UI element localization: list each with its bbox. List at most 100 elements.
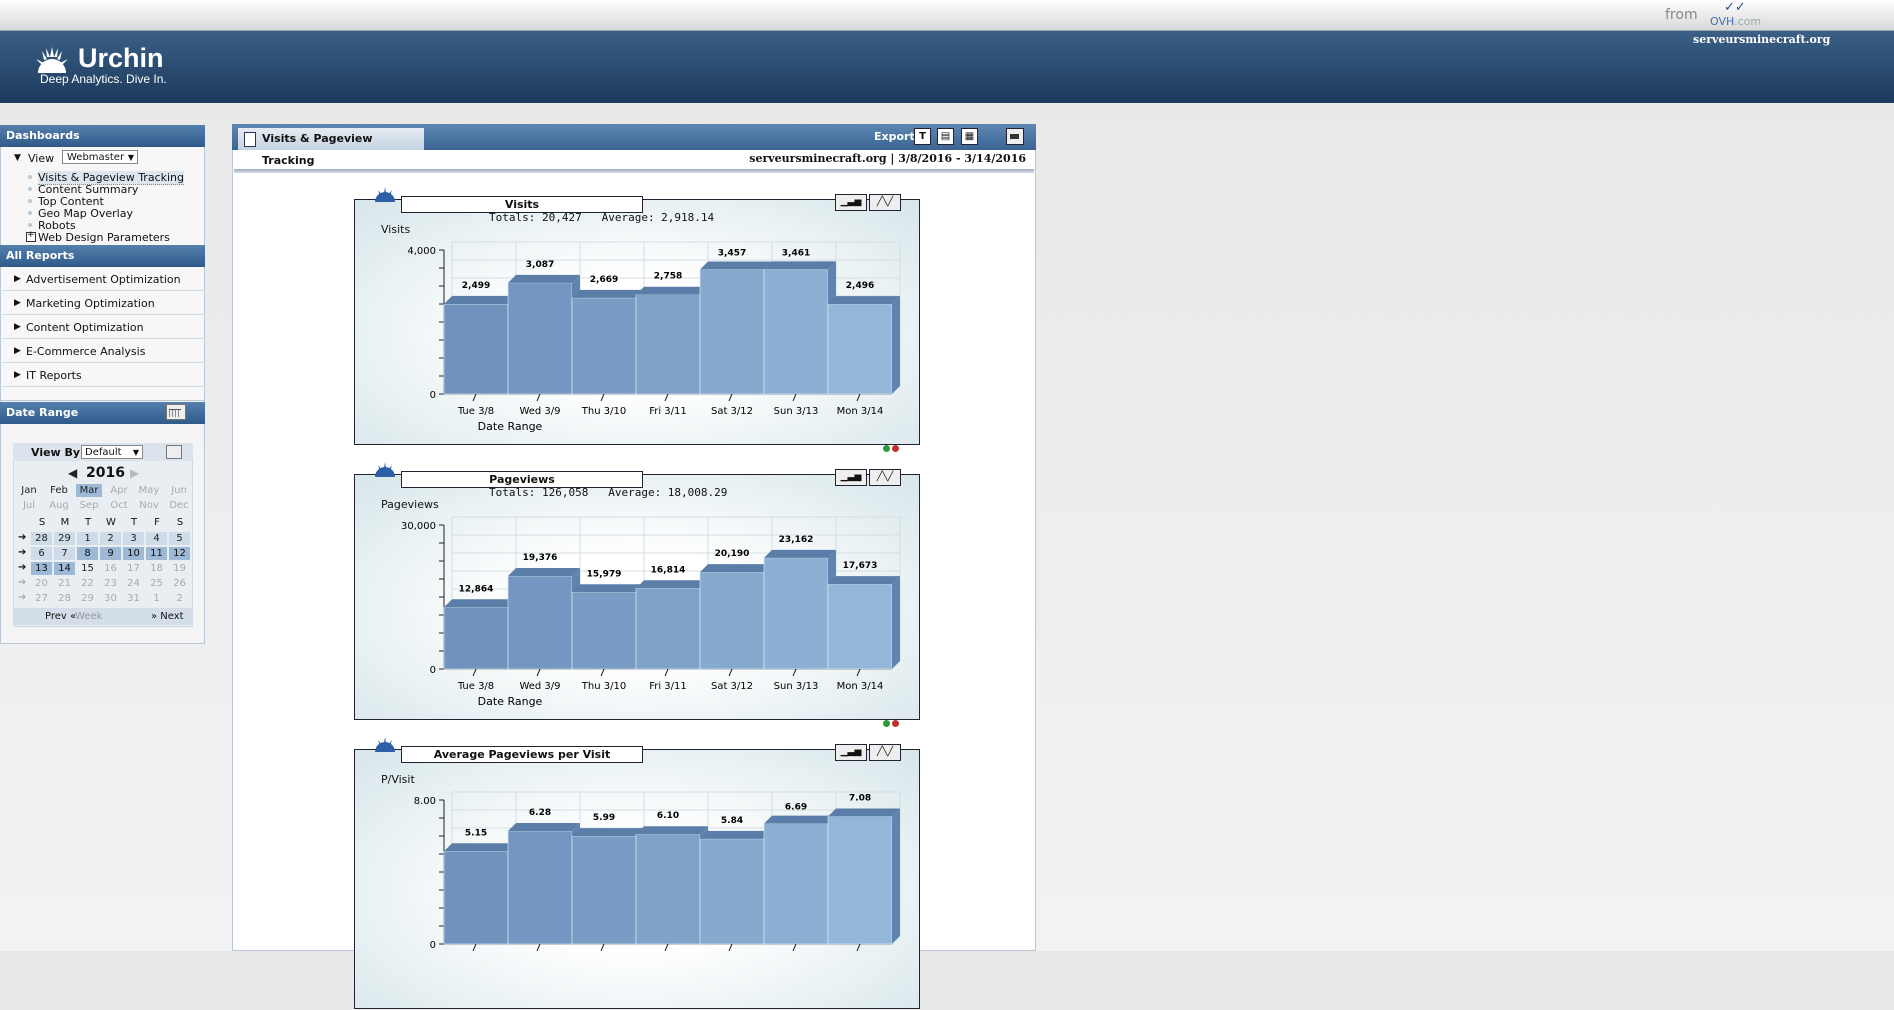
bar[interactable] bbox=[699, 830, 772, 945]
export-text-icon[interactable]: T bbox=[914, 128, 931, 145]
expand-plus-icon[interactable] bbox=[26, 230, 36, 242]
view-by-dropdown[interactable]: Default ▼ bbox=[81, 445, 143, 459]
select-week-arrow-icon[interactable]: ➔ bbox=[18, 592, 26, 603]
month-jun[interactable]: Jun bbox=[166, 484, 192, 497]
calendar-day[interactable]: 31 bbox=[123, 592, 144, 605]
prev-week-link[interactable]: Prev « bbox=[45, 611, 76, 622]
calendar-day[interactable]: 19 bbox=[169, 562, 190, 575]
calendar-day[interactable]: 23 bbox=[100, 577, 121, 590]
calendar-day[interactable]: 2 bbox=[100, 532, 121, 545]
export-excel-icon[interactable]: ▦ bbox=[961, 128, 978, 145]
calendar-day[interactable]: 5 bbox=[169, 532, 190, 545]
view-dropdown[interactable]: Webmaster ▼ bbox=[62, 150, 138, 164]
calendar-day[interactable]: 14 bbox=[54, 562, 75, 575]
bar[interactable] bbox=[635, 826, 708, 945]
expand-triangle-icon: ▶ bbox=[14, 370, 21, 380]
collapse-triangle-icon[interactable]: ▼ bbox=[14, 153, 21, 163]
calendar-day[interactable]: 3 bbox=[123, 532, 144, 545]
red-dot-icon[interactable] bbox=[892, 720, 899, 727]
ovh-logo[interactable]: ✓✓ OVH.com bbox=[1708, 0, 1761, 28]
calendar-day[interactable]: 8 bbox=[77, 547, 98, 560]
print-icon[interactable] bbox=[1006, 128, 1024, 145]
report-marketing[interactable]: ▶ Marketing Optimization bbox=[0, 292, 205, 315]
calendar-day[interactable]: 25 bbox=[146, 577, 167, 590]
bullet-icon bbox=[28, 211, 32, 215]
month-aug[interactable]: Aug bbox=[46, 499, 72, 512]
calendar-day[interactable]: 17 bbox=[123, 562, 144, 575]
select-week-arrow-icon[interactable]: ➔ bbox=[18, 547, 26, 558]
calendar-day[interactable]: 22 bbox=[77, 577, 98, 590]
month-sep[interactable]: Sep bbox=[76, 499, 102, 512]
calendar-day[interactable]: 13 bbox=[31, 562, 52, 575]
red-dot-icon[interactable] bbox=[892, 445, 899, 452]
bar[interactable] bbox=[507, 274, 580, 395]
next-year-icon[interactable]: ▶ bbox=[130, 466, 139, 480]
calendar-day[interactable]: 2 bbox=[169, 592, 190, 605]
select-week-arrow-icon[interactable]: ➔ bbox=[18, 532, 26, 543]
bar[interactable] bbox=[827, 576, 900, 670]
report-advertisement[interactable]: ▶ Advertisement Optimization bbox=[0, 268, 205, 291]
bar[interactable] bbox=[443, 843, 516, 945]
month-jul[interactable]: Jul bbox=[16, 499, 42, 512]
bar[interactable] bbox=[827, 296, 900, 395]
calendar-day[interactable]: 10 bbox=[123, 547, 144, 560]
prev-year-icon[interactable]: ◀ bbox=[68, 466, 77, 480]
green-dot-icon[interactable] bbox=[883, 445, 890, 452]
bar[interactable] bbox=[699, 564, 772, 670]
calendar-day[interactable]: 30 bbox=[100, 592, 121, 605]
bar[interactable] bbox=[507, 822, 580, 945]
tab-visits-pageview[interactable]: Visits & Pageview Tracking bbox=[238, 128, 424, 167]
green-dot-icon[interactable] bbox=[883, 720, 890, 727]
calendar-day[interactable]: 1 bbox=[146, 592, 167, 605]
month-may[interactable]: May bbox=[136, 484, 162, 497]
month-dec[interactable]: Dec bbox=[166, 499, 192, 512]
calendar-day[interactable]: 28 bbox=[54, 592, 75, 605]
calendar-day[interactable]: 18 bbox=[146, 562, 167, 575]
bar[interactable] bbox=[763, 261, 836, 395]
bar[interactable] bbox=[763, 549, 836, 670]
bar[interactable] bbox=[763, 815, 836, 945]
calendar-day[interactable]: 12 bbox=[169, 547, 190, 560]
next-week-link[interactable]: » Next bbox=[151, 611, 184, 622]
calendar-day[interactable]: 4 bbox=[146, 532, 167, 545]
calendar-day[interactable]: 29 bbox=[54, 532, 75, 545]
bar[interactable] bbox=[699, 261, 772, 395]
export-xml-icon[interactable]: ▤ bbox=[937, 128, 954, 145]
calendar-day[interactable]: 26 bbox=[169, 577, 190, 590]
calendar-day[interactable]: 29 bbox=[77, 592, 98, 605]
bar[interactable] bbox=[443, 599, 516, 670]
calendar-day[interactable]: 24 bbox=[123, 577, 144, 590]
calendar-day[interactable]: 27 bbox=[31, 592, 52, 605]
calendar-day[interactable]: 28 bbox=[31, 532, 52, 545]
report-ecommerce[interactable]: ▶ E-Commerce Analysis bbox=[0, 340, 205, 363]
select-week-arrow-icon[interactable]: ➔ bbox=[18, 577, 26, 588]
calendar-small-icon[interactable] bbox=[166, 445, 182, 459]
report-content[interactable]: ▶ Content Optimization bbox=[0, 316, 205, 339]
bar[interactable] bbox=[571, 584, 644, 670]
month-feb[interactable]: Feb bbox=[46, 484, 72, 497]
calendar-icon[interactable] bbox=[166, 404, 186, 420]
bar[interactable] bbox=[507, 567, 580, 670]
bar[interactable] bbox=[635, 286, 708, 395]
report-it[interactable]: ▶ IT Reports bbox=[0, 364, 205, 387]
calendar-day[interactable]: 15 bbox=[77, 562, 98, 575]
bar[interactable] bbox=[571, 289, 644, 395]
month-oct[interactable]: Oct bbox=[106, 499, 132, 512]
calendar-day[interactable]: 20 bbox=[31, 577, 52, 590]
calendar-day[interactable]: 16 bbox=[100, 562, 121, 575]
month-jan[interactable]: Jan bbox=[16, 484, 42, 497]
calendar-day[interactable]: 11 bbox=[146, 547, 167, 560]
calendar-day[interactable]: 9 bbox=[100, 547, 121, 560]
bar[interactable] bbox=[635, 580, 708, 670]
select-week-arrow-icon[interactable]: ➔ bbox=[18, 562, 26, 573]
calendar-day[interactable]: 6 bbox=[31, 547, 52, 560]
calendar-day[interactable]: 21 bbox=[54, 577, 75, 590]
calendar-day[interactable]: 1 bbox=[77, 532, 98, 545]
month-mar[interactable]: Mar bbox=[76, 484, 102, 497]
calendar-day[interactable]: 7 bbox=[54, 547, 75, 560]
bar[interactable] bbox=[443, 296, 516, 395]
bar[interactable] bbox=[571, 828, 644, 945]
bar[interactable] bbox=[827, 808, 900, 945]
month-nov[interactable]: Nov bbox=[136, 499, 162, 512]
month-apr[interactable]: Apr bbox=[106, 484, 132, 497]
